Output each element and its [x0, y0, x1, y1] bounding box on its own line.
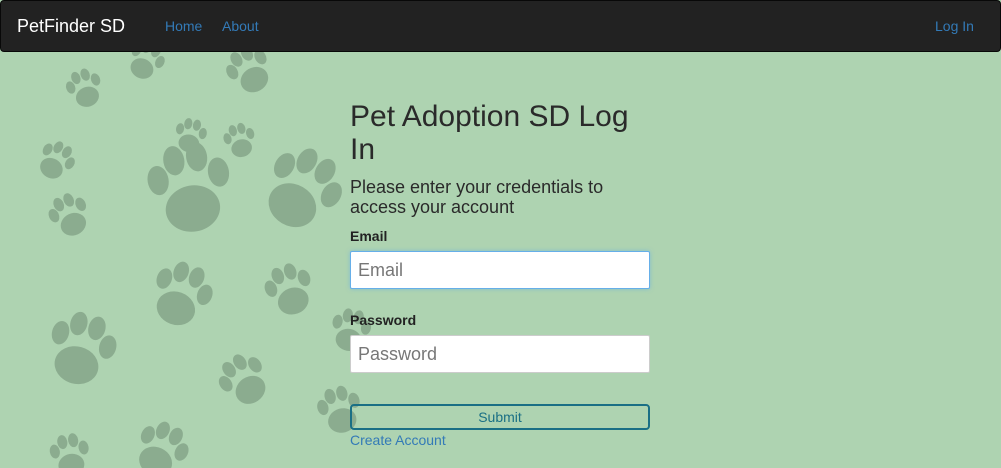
paw-print-icon	[43, 187, 97, 243]
paw-print-icon	[210, 345, 278, 414]
paw-print-icon	[47, 430, 93, 468]
paw-print-icon	[259, 257, 321, 322]
paw-print-icon	[122, 52, 171, 86]
password-input[interactable]	[350, 335, 650, 373]
paw-print-icon	[143, 254, 220, 335]
nav-about-link[interactable]: About	[222, 18, 259, 34]
create-account-link[interactable]: Create Account	[350, 432, 446, 448]
nav-login-link[interactable]: Log In	[935, 18, 974, 34]
paw-print-icon	[61, 64, 108, 112]
brand-logo[interactable]: PetFinder SD	[17, 16, 125, 37]
paw-print-icon	[250, 136, 355, 243]
paw-print-icon	[142, 137, 239, 239]
password-label: Password	[350, 312, 417, 328]
email-input[interactable]	[350, 251, 650, 289]
paw-print-icon	[40, 305, 123, 392]
nav-home-link[interactable]: Home	[165, 18, 202, 34]
email-label: Email	[350, 228, 388, 244]
paw-print-icon	[220, 120, 260, 161]
paw-print-icon	[127, 414, 197, 468]
login-form-header: Pet Adoption SD Log In Please enter your…	[350, 100, 650, 217]
paw-print-icon	[31, 135, 81, 186]
submit-button[interactable]: Submit	[350, 404, 650, 430]
paw-print-icon	[219, 52, 280, 101]
top-navbar: PetFinder SD Home About Log In	[0, 0, 1001, 52]
page-title: Pet Adoption SD Log In	[350, 100, 629, 166]
page-subtitle: Please enter your credentials to access …	[350, 177, 604, 217]
